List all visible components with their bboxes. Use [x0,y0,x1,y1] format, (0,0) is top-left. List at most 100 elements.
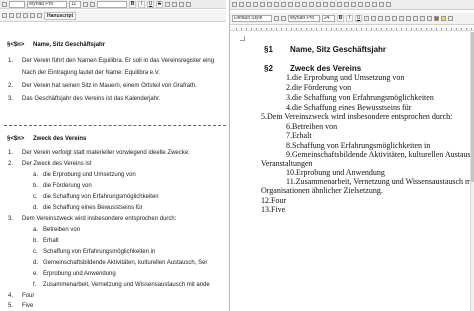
italic-button[interactable]: I [138,0,145,8]
export-pdf-icon[interactable] [267,2,272,7]
font-name-box[interactable]: Myriad Pro [27,0,67,8]
ruler-tick [416,28,417,30]
open-folder-icon[interactable] [239,2,244,7]
ruler-tick [391,28,392,30]
ruler-tick [286,28,287,30]
style-new-icon[interactable] [281,16,286,21]
underline-button[interactable]: U [147,0,154,8]
align-left-icon[interactable] [385,16,390,21]
list-item-line: Der Zweck des Vereins ist [22,161,92,167]
hyperlink-icon[interactable] [344,2,349,7]
ruler-tick [251,28,252,30]
checkbox-icon[interactable] [30,13,35,18]
sub-item-line: Betreiben von [43,227,81,233]
align-justify-icon[interactable] [406,16,411,21]
paragraph-style-icon[interactable] [2,1,7,7]
checkbox-icon[interactable] [23,13,28,18]
ruler-tick [281,28,282,30]
subscript-icon[interactable] [378,16,383,21]
align-justify-icon[interactable] [186,1,191,7]
sub-item-line: Erhalt [43,238,59,244]
undo-icon[interactable] [330,2,335,7]
clone-formatting-icon[interactable] [323,2,328,7]
document-line: 3.die Schaffung von Erfahrungsmöglichkei… [286,93,434,102]
font-size-box[interactable]: 24 [322,15,335,22]
checkbox-icon[interactable] [37,13,42,18]
strikethrough-button[interactable]: S [156,0,163,8]
cut-icon[interactable] [302,2,307,7]
align-left-icon[interactable] [165,1,170,7]
list-item-number: 1. [8,150,14,156]
print-icon[interactable] [274,2,279,7]
image-icon[interactable] [358,2,363,7]
sub-item-line: Gemeinschaftsbildende Aktivitäten, kultu… [43,260,208,266]
background-color-icon[interactable] [448,16,453,21]
shrink-font-icon[interactable] [90,1,95,7]
print-preview-icon[interactable] [281,2,286,7]
align-center-icon[interactable] [392,16,397,21]
save-icon[interactable] [246,2,251,7]
style-box[interactable] [9,0,25,8]
ruler-tick [461,28,462,30]
sub-item-letter: d. [33,260,39,266]
align-right-icon[interactable] [179,1,184,7]
sub-item-letter: a. [33,172,39,178]
left-style-toolbar: Hanuscript [0,10,226,22]
ruler-tick [441,28,442,30]
checkbox-icon[interactable] [16,13,21,18]
navigator-icon[interactable] [379,2,384,7]
indent-icon[interactable] [427,16,432,21]
font-color-icon[interactable] [434,16,439,21]
ruler-tick [311,28,312,30]
bold-button[interactable]: B [129,0,136,8]
ruler-tick [376,28,377,30]
underline-button[interactable]: U [355,15,362,22]
list-item-number: 3. [8,96,14,102]
ruler-tick [471,28,472,30]
find-icon[interactable] [372,2,377,7]
document-line: 10.Erprobung und Anwendung [286,168,385,177]
superscript-icon[interactable] [371,16,376,21]
align-center-icon[interactable] [172,1,177,7]
page-break-line [4,125,226,126]
numbering-icon[interactable] [420,16,425,21]
document-line: 5.Dem Vereinszweck wird insbesondere ent… [261,112,453,121]
font-name-box[interactable]: Myriad Pro [288,15,320,22]
email-icon[interactable] [253,2,258,7]
autospell-icon[interactable] [295,2,300,7]
formatting-marks-icon[interactable] [386,2,391,7]
horizontal-ruler[interactable] [230,26,474,31]
strikethrough-icon[interactable] [364,16,369,21]
highlight-icon[interactable] [441,16,446,21]
checkbox-icon[interactable] [2,13,7,18]
paragraph-style-box[interactable]: Default Style [232,15,272,22]
bold-button[interactable]: B [337,15,344,22]
list-item-line: Nach der Eintragung lautet der Name: Equ… [22,70,160,76]
chart-icon[interactable] [365,2,370,7]
paste-icon[interactable] [316,2,321,7]
list-item-number: 5. [8,303,14,309]
vertical-scrollbar[interactable] [470,32,474,311]
ruler-tick [361,28,362,30]
table-icon[interactable] [351,2,356,7]
ruler-tick [266,28,267,30]
checkbox-icon[interactable] [9,13,14,18]
font-size-box[interactable]: 11 [69,0,81,8]
ruler-tick [271,28,272,30]
bullets-icon[interactable] [413,16,418,21]
list-item-line: Dem Vereinszweck wird insbesondere entsp… [22,216,177,222]
manuscript-style-tag[interactable]: Hanuscript [44,11,77,20]
new-document-icon[interactable] [232,2,237,7]
align-right-icon[interactable] [399,16,404,21]
grow-font-icon[interactable] [83,1,88,7]
sub-item-line: Zusammenarbeit, Vernetzung und Wissensau… [43,282,210,288]
italic-button[interactable]: I [346,15,353,22]
redo-icon[interactable] [337,2,342,7]
secondary-style-box[interactable] [97,0,127,8]
style-apply-icon[interactable] [274,16,279,21]
edit-file-icon[interactable] [260,2,265,7]
document-line: Veranstaltungen [261,159,313,168]
ruler-tick [446,28,447,30]
copy-icon[interactable] [309,2,314,7]
spellcheck-icon[interactable] [288,2,293,7]
